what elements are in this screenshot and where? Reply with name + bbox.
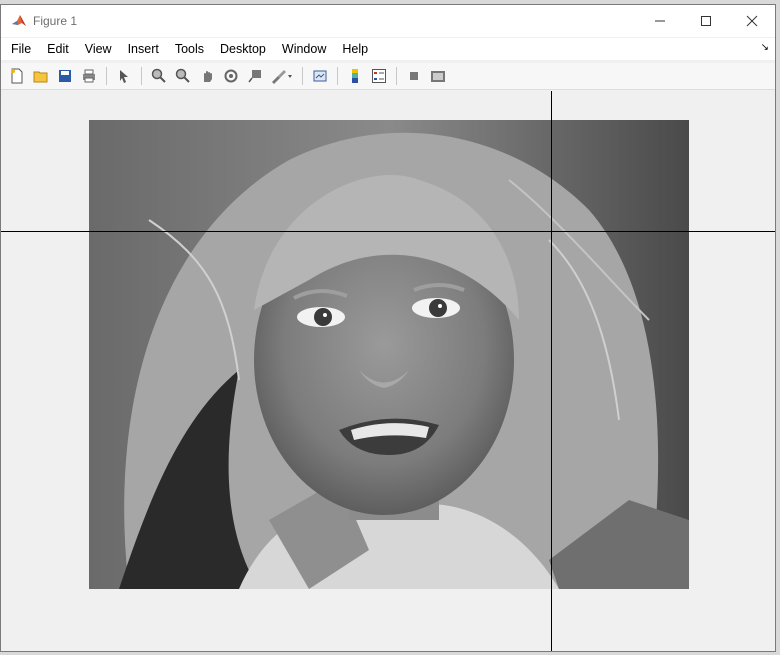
figure-toolbar [1,63,775,90]
hide-plot-tools-icon [410,72,418,80]
new-figure-icon [11,68,23,84]
title-bar[interactable]: Figure 1 [1,5,775,37]
menu-window[interactable]: Window [274,38,334,60]
edit-plot-button[interactable] [113,65,135,87]
crosshair-horizontal-line [1,231,775,232]
menu-help[interactable]: Help [334,38,376,60]
show-plot-tools-button[interactable] [427,65,449,87]
minimize-button[interactable] [637,5,683,37]
dock-arrow-icon[interactable]: ↘ [761,42,769,53]
maximize-button[interactable] [683,5,729,37]
menu-tools[interactable]: Tools [167,38,212,60]
insert-legend-icon [372,69,386,83]
toolbar-separator [396,67,397,85]
insert-legend-button[interactable] [368,65,390,87]
new-figure-button[interactable] [6,65,28,87]
menu-insert[interactable]: Insert [120,38,167,60]
menu-file[interactable]: File [1,38,39,60]
brush-button[interactable] [268,65,296,87]
data-cursor-button[interactable] [244,65,266,87]
insert-colorbar-icon [352,69,358,83]
menu-bar: File Edit View Insert Tools Desktop Wind… [1,38,775,60]
print-button[interactable] [78,65,100,87]
zoom-out-button[interactable] [172,65,194,87]
zoom-in-icon [151,68,166,83]
toolbar-separator [106,67,107,85]
pan-icon [204,71,212,82]
menu-desktop[interactable]: Desktop [212,38,274,60]
brush-icon [272,70,292,84]
figure-canvas[interactable] [1,91,775,651]
matlab-logo-icon [12,15,26,26]
edit-plot-arrow-icon [120,70,128,83]
toolbar-separator [141,67,142,85]
figure-window: Figure 1 File Edit View Insert Tools Des… [0,4,776,652]
window-title: Figure 1 [33,14,78,28]
show-plot-tools-icon [431,71,445,82]
maximize-icon [701,16,711,26]
open-file-icon [33,71,48,83]
open-file-button[interactable] [30,65,52,87]
zoom-in-button[interactable] [148,65,170,87]
rotate-3d-icon [224,69,238,83]
save-icon [59,70,71,82]
save-button[interactable] [54,65,76,87]
toolbar-separator [302,67,303,85]
grayscale-photo-image [89,120,689,589]
close-button[interactable] [729,5,775,37]
hide-plot-tools-button[interactable] [403,65,425,87]
insert-colorbar-button[interactable] [344,65,366,87]
rotate-3d-button[interactable] [220,65,242,87]
menu-edit[interactable]: Edit [39,38,77,60]
zoom-out-icon [175,68,190,83]
data-cursor-icon [248,70,261,83]
crosshair-vertical-line [551,91,552,651]
menu-view[interactable]: View [77,38,120,60]
toolbar-separator [337,67,338,85]
minimize-icon [655,20,665,22]
link-plot-button[interactable] [309,65,331,87]
pan-button[interactable] [196,65,218,87]
close-icon [746,15,758,27]
print-icon [83,69,95,83]
link-plot-icon [313,70,327,82]
